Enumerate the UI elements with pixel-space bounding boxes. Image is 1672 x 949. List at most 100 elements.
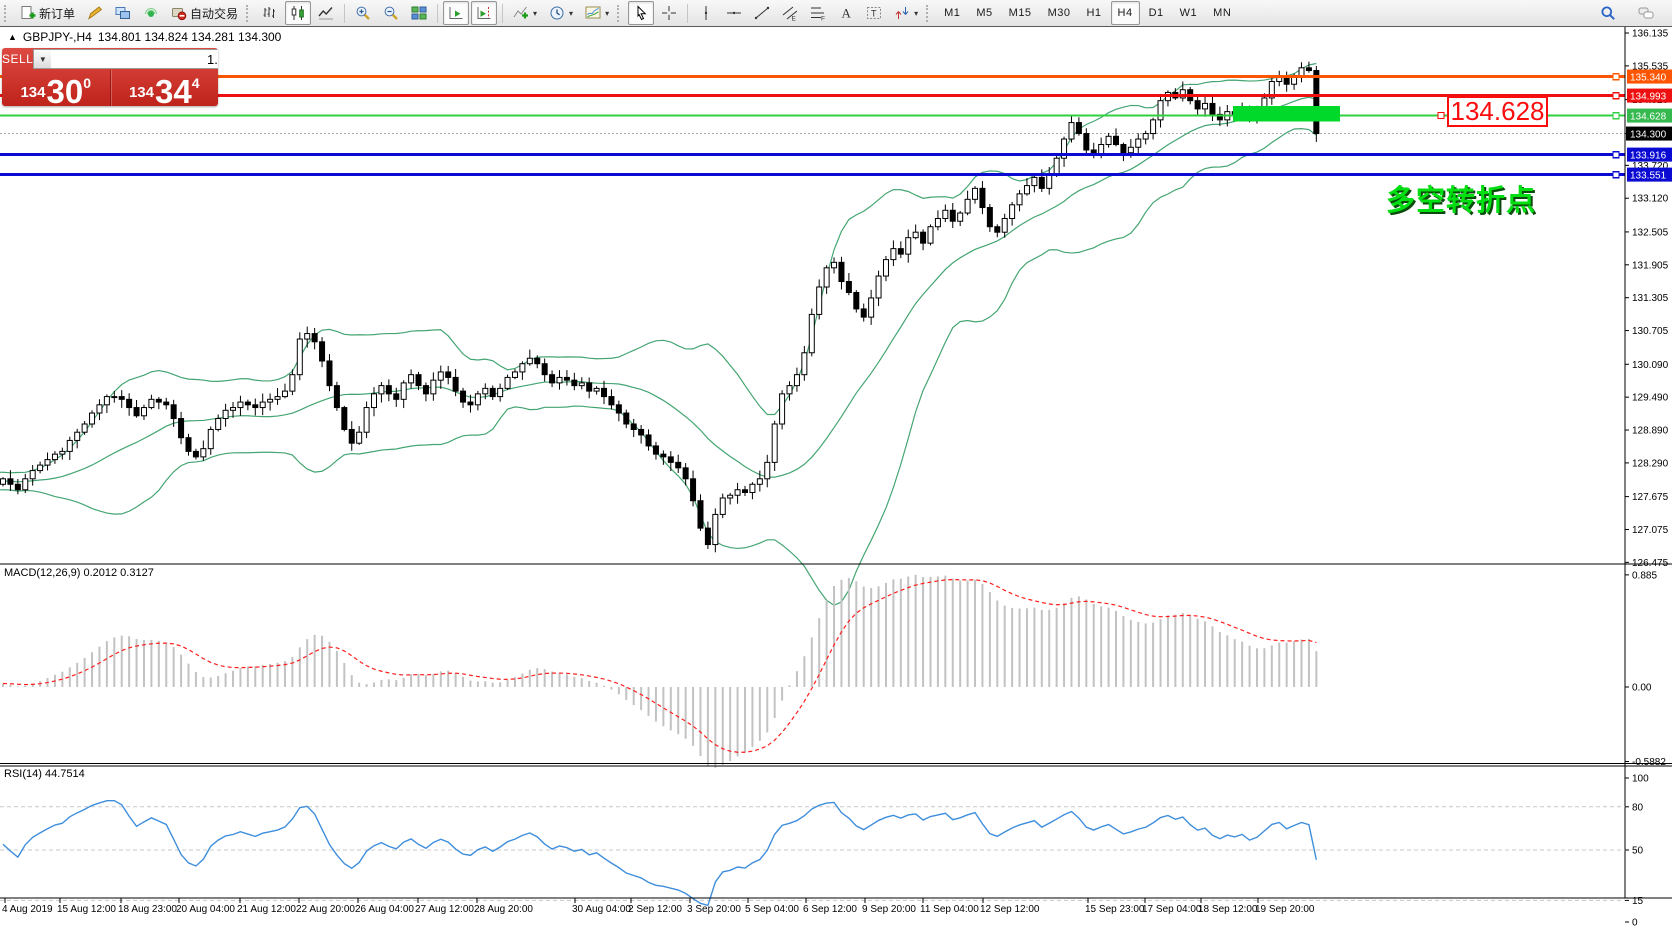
text-label-icon: T: [866, 5, 882, 21]
price-level-lines: [0, 74, 1625, 178]
tf-mn-button[interactable]: MN: [1206, 1, 1238, 25]
svg-text:26 Aug 04:00: 26 Aug 04:00: [355, 904, 414, 915]
vertical-line-icon: [698, 5, 714, 21]
toolbar: 新订单 自动交易 ▾ ▾ ▾ EFA T ▾ M1 M5M15M30 H1 H4 D1 W1 MN: [0, 0, 1672, 27]
price-axis: 136.135135.535134.920134.300133.720133.1…: [1625, 27, 1672, 929]
chat-icon: [1638, 5, 1654, 21]
candlestick-chart-button[interactable]: [285, 1, 311, 25]
tf-h4-button-label: H4: [1118, 7, 1133, 19]
collapse-icon[interactable]: ▲: [8, 32, 17, 42]
tf-m1-button[interactable]: M1: [937, 1, 967, 25]
chevron-down-icon: ▾: [605, 9, 609, 18]
fibonacci-button[interactable]: F: [805, 1, 831, 25]
tf-m15-button[interactable]: M15: [1002, 1, 1039, 25]
chat-button[interactable]: [1633, 1, 1659, 25]
svg-text:0.00: 0.00: [1632, 683, 1652, 694]
auto-scroll-button[interactable]: [443, 1, 469, 25]
buy-price-big: 34: [155, 78, 192, 105]
tf-m1-button-label: M1: [944, 7, 960, 19]
svg-text:133.120: 133.120: [1632, 194, 1669, 205]
svg-text:3 Sep 20:00: 3 Sep 20:00: [687, 904, 741, 915]
buy-price-pip: 4: [192, 75, 200, 91]
tf-w1-button-label: W1: [1180, 7, 1198, 19]
svg-text:134.300: 134.300: [1630, 130, 1667, 141]
svg-text:134.628: 134.628: [1630, 112, 1667, 123]
sell-button[interactable]: SELL: [2, 48, 33, 70]
crosshair-button[interactable]: [656, 1, 682, 25]
tf-w1-button[interactable]: W1: [1173, 1, 1205, 25]
toolbar-separator: [344, 4, 345, 23]
horizontal-line-icon: [726, 5, 742, 21]
toolbar-separator: [437, 4, 438, 23]
candle-chart-icon: [290, 5, 306, 21]
text-icon: A: [838, 5, 854, 21]
indicators-icon: [513, 5, 529, 21]
tf-m5-button[interactable]: M5: [969, 1, 999, 25]
svg-text:30 Aug 04:00: 30 Aug 04:00: [572, 904, 631, 915]
svg-text:4 Aug 2019: 4 Aug 2019: [2, 904, 53, 915]
volume-input[interactable]: [51, 50, 218, 68]
toolbar-grip: [926, 5, 932, 22]
svg-text:28 Aug 20:00: 28 Aug 20:00: [474, 904, 533, 915]
equidistant-channel-button[interactable]: E: [777, 1, 803, 25]
indicators-button[interactable]: ▾: [508, 1, 542, 25]
svg-text:131.305: 131.305: [1632, 293, 1669, 304]
zoom-out-button[interactable]: [378, 1, 404, 25]
templates-button[interactable]: ▾: [580, 1, 614, 25]
fibonacci-icon: F: [810, 5, 826, 21]
volume-stepper: ▼ ▲: [33, 49, 218, 69]
volume-down-button[interactable]: ▼: [34, 50, 51, 68]
autotrading-button[interactable]: 自动交易: [166, 1, 243, 25]
svg-text:135.340: 135.340: [1630, 73, 1667, 84]
toolbar-grip: [4, 5, 10, 22]
text-button[interactable]: A: [833, 1, 859, 25]
signals-button[interactable]: [138, 1, 164, 25]
svg-text:21 Aug 12:00: 21 Aug 12:00: [237, 904, 296, 915]
toolbar-group: EFA T ▾: [692, 0, 924, 26]
charts-window-button[interactable]: [110, 1, 136, 25]
zoom-in-button[interactable]: [350, 1, 376, 25]
tf-h1-button[interactable]: H1: [1079, 1, 1108, 25]
text-label-button[interactable]: T: [861, 1, 887, 25]
trendline-button[interactable]: [749, 1, 775, 25]
templates-icon: [585, 5, 601, 21]
svg-text:100: 100: [1632, 774, 1649, 785]
turning-point-annotation[interactable]: 多空转折点: [1386, 177, 1536, 219]
tf-m30-button[interactable]: M30: [1041, 1, 1078, 25]
chart-canvas[interactable]: 136.135135.535134.920134.300133.720133.1…: [0, 27, 1672, 949]
tf-d1-button-label: D1: [1149, 7, 1164, 19]
metaeditor-button[interactable]: [82, 1, 108, 25]
price-level-text-box[interactable]: 134.628: [1447, 96, 1548, 127]
svg-text:131.905: 131.905: [1632, 260, 1669, 271]
chart-shift-button[interactable]: [471, 1, 497, 25]
sell-price-pip: 0: [83, 75, 91, 91]
cursor-icon: [633, 5, 649, 21]
tf-h4-button[interactable]: H4: [1111, 1, 1140, 25]
line-chart-icon: [318, 5, 334, 21]
buy-price-figure: 134: [129, 84, 154, 101]
new-order-button[interactable]: 新订单: [15, 1, 80, 25]
svg-text:127.675: 127.675: [1632, 492, 1669, 503]
buy-price[interactable]: 134 34 4: [111, 70, 219, 106]
chevron-down-icon: ▾: [533, 9, 537, 18]
bar-chart-button[interactable]: [257, 1, 283, 25]
toolbar-group: ▾ ▾ ▾: [507, 0, 615, 26]
svg-text:132.505: 132.505: [1632, 227, 1669, 238]
svg-text:27 Aug 12:00: 27 Aug 12:00: [415, 904, 474, 915]
horizontal-line-button[interactable]: [721, 1, 747, 25]
search-button[interactable]: [1595, 1, 1621, 25]
arrows-button[interactable]: ▾: [889, 1, 923, 25]
svg-text:128.890: 128.890: [1632, 426, 1669, 437]
periods-button[interactable]: ▾: [544, 1, 578, 25]
tf-d1-button[interactable]: D1: [1142, 1, 1171, 25]
toolbar-group: [442, 0, 498, 26]
tile-windows-button[interactable]: [406, 1, 432, 25]
symbol-info[interactable]: ▲ GBPJPY-,H4 134.801 134.824 134.281 134…: [8, 30, 281, 44]
toolbar-grip: [246, 5, 252, 22]
sell-price[interactable]: 134 30 0: [2, 70, 111, 106]
tf-h1-button-label: H1: [1086, 7, 1101, 19]
svg-text:T: T: [871, 9, 877, 19]
cursor-button[interactable]: [628, 1, 654, 25]
line-chart-button[interactable]: [313, 1, 339, 25]
vertical-line-button[interactable]: [693, 1, 719, 25]
